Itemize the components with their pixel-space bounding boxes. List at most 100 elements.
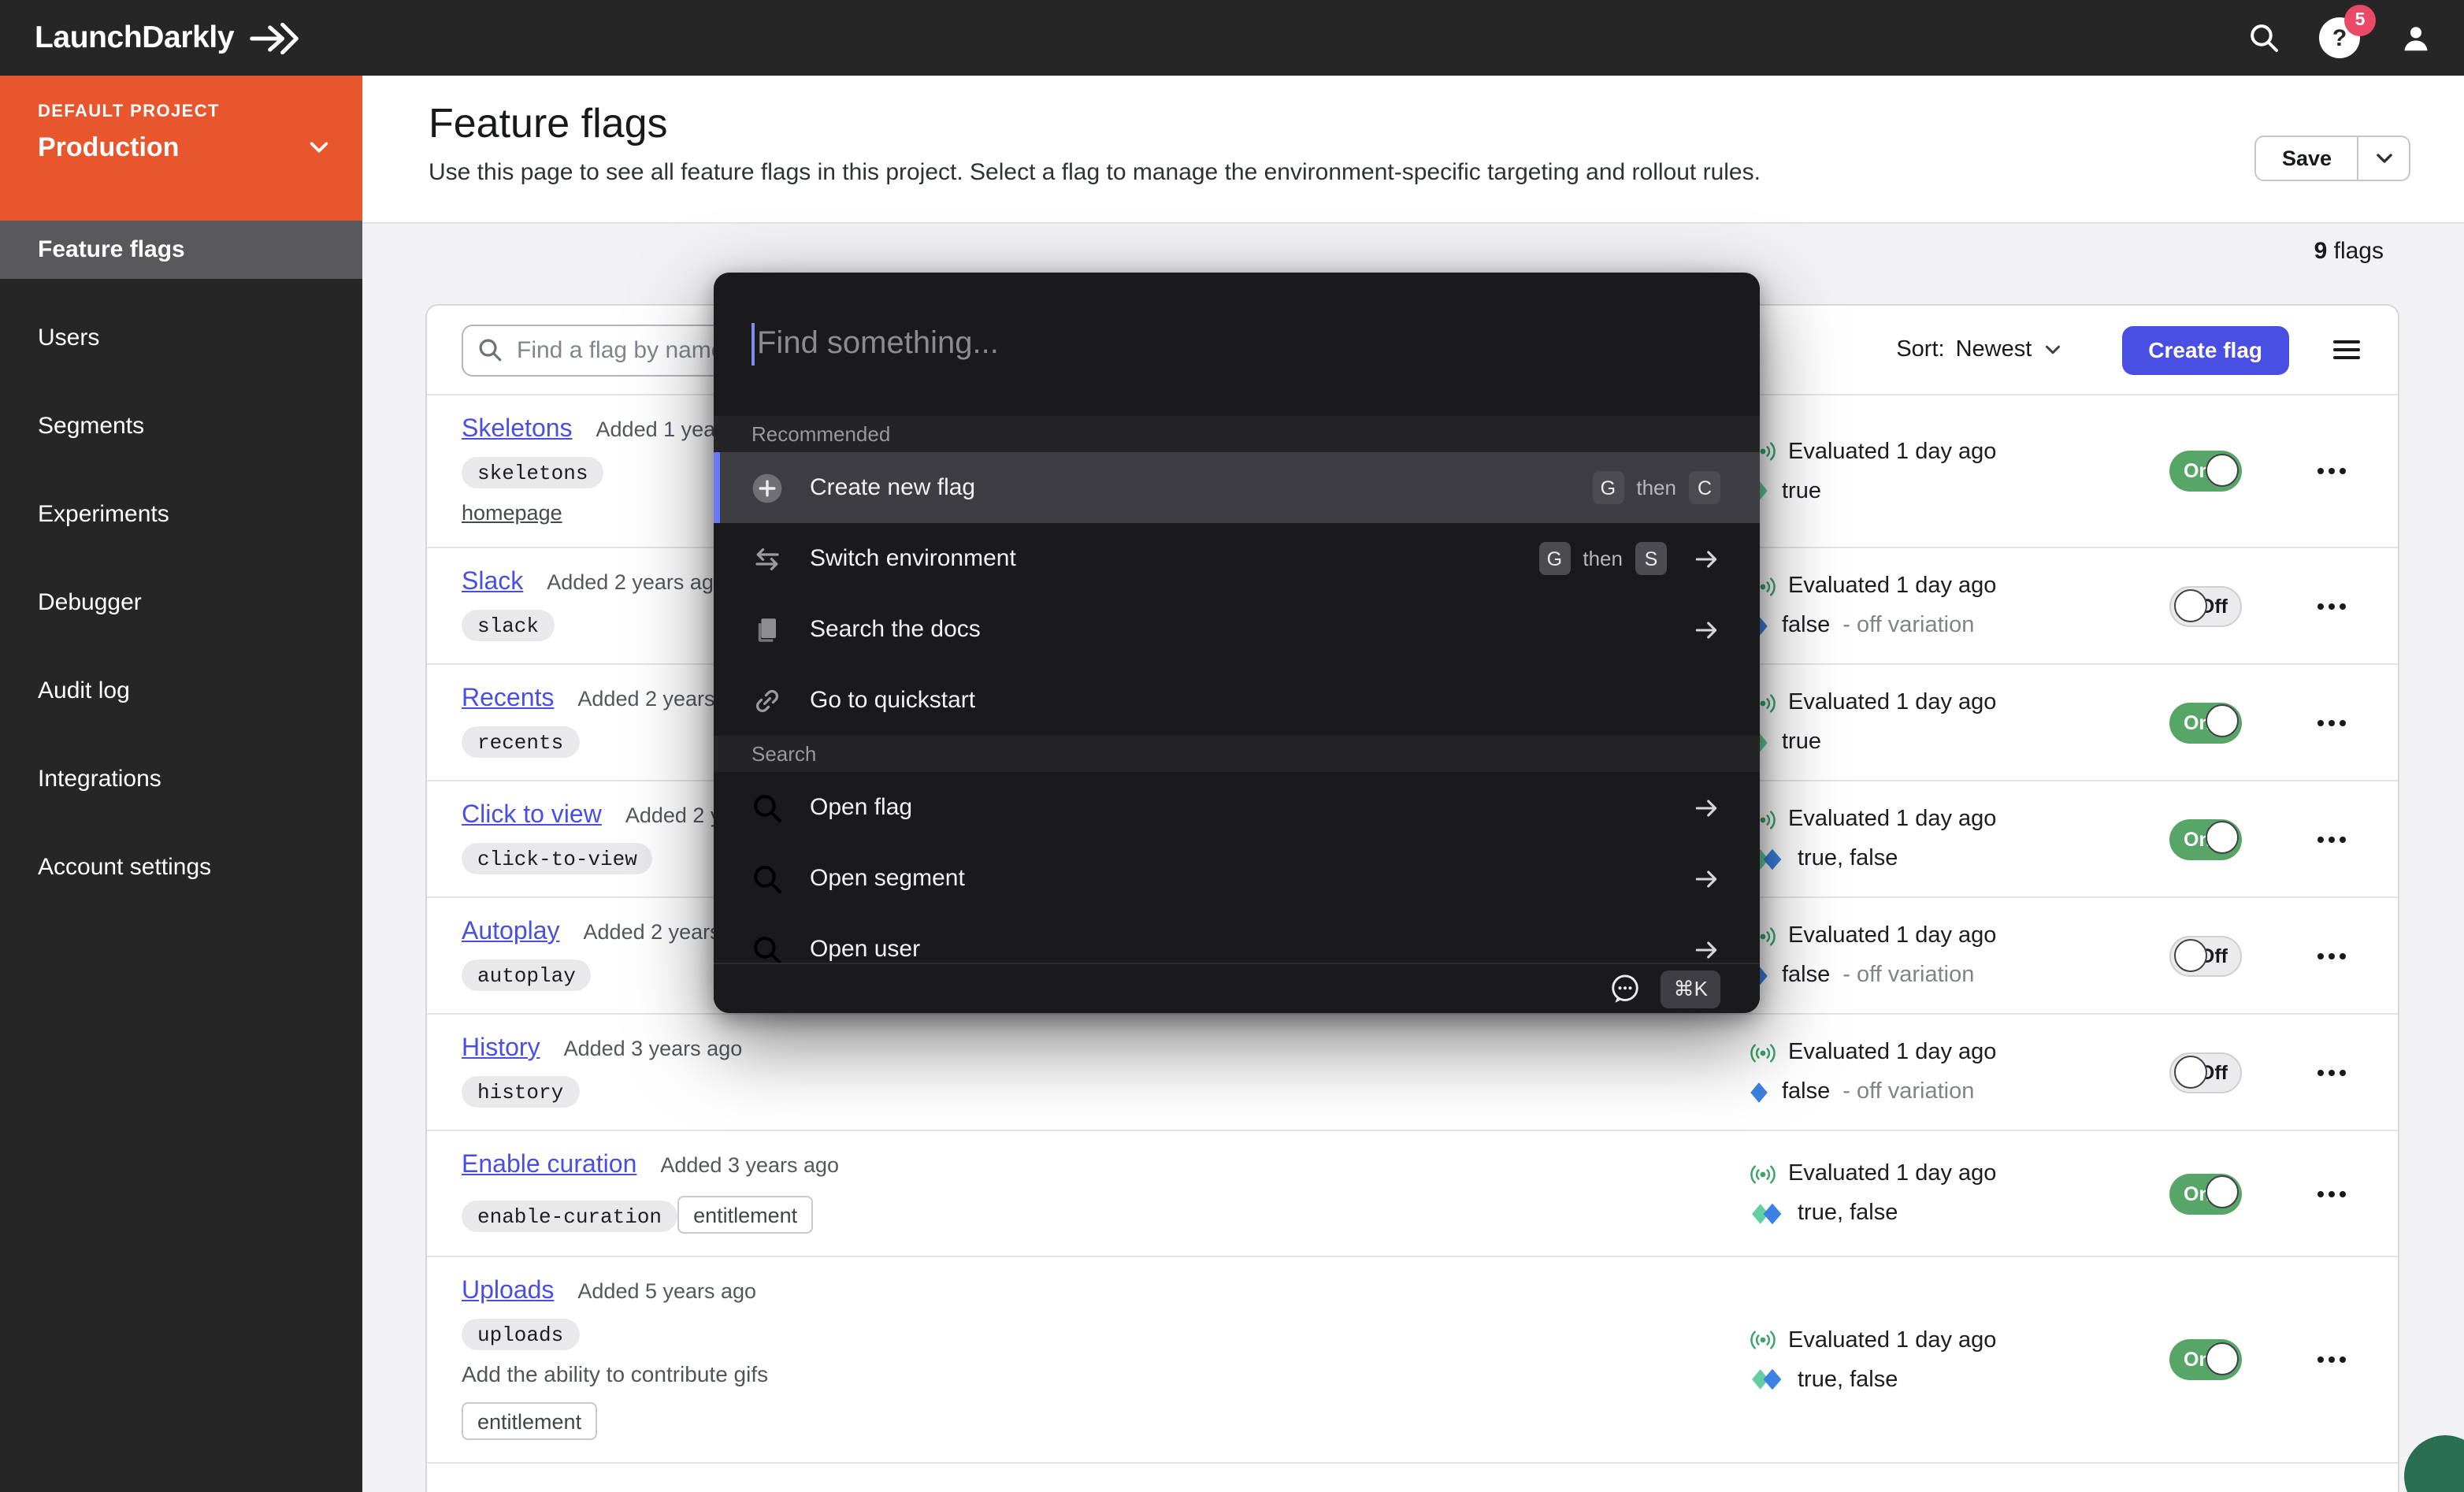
- flag-toggle[interactable]: On: [2169, 1339, 2242, 1380]
- palette-item-switch-environment[interactable]: Switch environmentGthenS: [714, 523, 1760, 594]
- evaluated-text: Evaluated 1 day ago: [1788, 1040, 1996, 1065]
- flag-status: Evaluated 1 day agofalse- off variationO…: [1749, 923, 2363, 988]
- variation-note: - off variation: [1842, 963, 1974, 988]
- flag-title-line: HistoryAdded 3 years ago: [462, 1035, 1749, 1063]
- variations-value: true, false: [1798, 1367, 1898, 1392]
- sidebar-item-experiments[interactable]: Experiments: [0, 469, 362, 558]
- flag-toggle[interactable]: On: [2169, 818, 2242, 859]
- overflow-menu-icon[interactable]: [2300, 826, 2363, 852]
- palette-item-open-flag[interactable]: Open flag: [714, 772, 1760, 843]
- flag-link-history[interactable]: History: [462, 1035, 540, 1062]
- flag-count: 9 flags: [2314, 238, 2384, 265]
- overflow-menu-icon[interactable]: [2300, 710, 2363, 735]
- save-button[interactable]: Save: [2257, 137, 2357, 180]
- palette-item-meta: GthenC: [1592, 471, 1720, 504]
- variation-diamond-icon: [1749, 1368, 1785, 1391]
- palette-item-label: Search the docs: [810, 616, 981, 643]
- create-flag-button[interactable]: Create flag: [2121, 325, 2289, 374]
- toggle-knob: [2206, 1175, 2239, 1208]
- flag-status: Evaluated 1 day ago false- off variation O…: [1749, 573, 2363, 638]
- flag-related-link-homepage[interactable]: homepage: [462, 501, 562, 525]
- toggle-knob: [2206, 704, 2239, 737]
- variations-line: true, false: [1749, 1201, 2111, 1226]
- flag-link-uploads[interactable]: Uploads: [462, 1278, 554, 1305]
- flag-evaluation: Evaluated 1 day ago true, false: [1749, 1327, 2111, 1392]
- flag-link-skeletons[interactable]: Skeletons: [462, 416, 573, 443]
- evaluated-line: Evaluated 1 day ago: [1749, 439, 2111, 464]
- page-description: Use this page to see all feature flags i…: [429, 159, 2464, 186]
- evaluated-text: Evaluated 1 day ago: [1788, 1327, 1996, 1353]
- sidebar-item-segments[interactable]: Segments: [0, 381, 362, 469]
- flag-count-value: 9: [2314, 238, 2328, 265]
- account-avatar-icon[interactable]: [2399, 21, 2432, 54]
- sort-value: Newest: [1956, 337, 2032, 362]
- flag-key-pill: click-to-view: [462, 843, 653, 874]
- palette-item-label: Open user: [810, 936, 920, 963]
- flag-toggle[interactable]: Off: [2169, 585, 2242, 626]
- variations-line: false- off variation: [1749, 613, 2111, 638]
- flag-link-recents[interactable]: Recents: [462, 685, 554, 712]
- launchdarkly-logo[interactable]: LaunchDarkly: [35, 20, 299, 56]
- search-icon[interactable]: [2248, 22, 2280, 54]
- overflow-menu-icon[interactable]: [2300, 1060, 2363, 1085]
- help-button[interactable]: ? 5: [2319, 17, 2360, 58]
- palette-item-meta: [1667, 793, 1720, 822]
- flag-key-pill: autoplay: [462, 959, 592, 991]
- list-options-icon[interactable]: [2330, 332, 2363, 367]
- sidebar-item-integrations[interactable]: Integrations: [0, 734, 362, 822]
- evaluated-text: Evaluated 1 day ago: [1788, 573, 1996, 599]
- overflow-menu-icon[interactable]: [2300, 458, 2363, 484]
- flag-key-pill: recents: [462, 726, 579, 758]
- sidebar-item-users[interactable]: Users: [0, 293, 362, 381]
- palette-item-meta: [1667, 935, 1720, 963]
- flag-status: Evaluated 1 day agofalse- off variationO…: [1749, 1040, 2363, 1104]
- selection-bar: [714, 452, 719, 523]
- sidebar-item-debugger[interactable]: Debugger: [0, 558, 362, 646]
- palette-item-create-new-flag[interactable]: Create new flagGthenC: [714, 452, 1760, 523]
- search-icon: [751, 863, 783, 894]
- sort-dropdown[interactable]: Sort: Newest: [1896, 337, 2061, 362]
- flag-link-click-to-view[interactable]: Click to view: [462, 802, 602, 829]
- evaluated-line: Evaluated 1 day ago: [1749, 1327, 2111, 1353]
- palette-item-go-to-quickstart[interactable]: Go to quickstart: [714, 665, 1760, 736]
- flag-link-enable-curation[interactable]: Enable curation: [462, 1152, 636, 1178]
- sidebar: DEFAULT PROJECT Production Feature flags…: [0, 76, 362, 1492]
- app-viewport: LaunchDarkly ? 5 DEFAULT PROJECT Product…: [0, 0, 2464, 1492]
- variation-diamond-icon: [1749, 1201, 1785, 1225]
- feedback-bubble-icon[interactable]: [1609, 972, 1642, 1005]
- overflow-menu-icon[interactable]: [2300, 943, 2363, 968]
- flag-row: UploadsAdded 5 years agouploadsAdd the a…: [427, 1257, 2398, 1464]
- sidebar-item-account-settings[interactable]: Account settings: [0, 822, 362, 911]
- flag-toggle[interactable]: Off: [2169, 1052, 2242, 1093]
- flag-toggle[interactable]: On: [2169, 1173, 2242, 1214]
- evaluated-text: Evaluated 1 day ago: [1788, 439, 1996, 464]
- flag-link-slack[interactable]: Slack: [462, 569, 523, 596]
- overflow-menu-icon[interactable]: [2300, 1347, 2363, 1372]
- flag-toggle[interactable]: On: [2169, 702, 2242, 743]
- evaluated-icon: [1749, 1041, 1777, 1064]
- flag-toggle[interactable]: On: [2169, 451, 2242, 492]
- evaluated-text: Evaluated 1 day ago: [1788, 807, 1996, 832]
- sidebar-item-feature-flags[interactable]: Feature flags: [0, 221, 362, 279]
- toggle-knob: [2206, 1342, 2239, 1375]
- palette-item-open-segment[interactable]: Open segment: [714, 843, 1760, 914]
- toggle-cell: On: [2111, 818, 2300, 859]
- palette-item-search-the-docs[interactable]: Search the docs: [714, 594, 1760, 665]
- flag-link-autoplay[interactable]: Autoplay: [462, 919, 560, 945]
- flag-added-date: Added 2 years ago: [547, 570, 725, 594]
- flag-toggle[interactable]: Off: [2169, 935, 2242, 976]
- project-switcher[interactable]: DEFAULT PROJECT Production: [0, 76, 362, 221]
- keycap-g: G: [1538, 542, 1570, 575]
- toggle-knob: [2206, 821, 2239, 854]
- save-dropdown-button[interactable]: [2357, 137, 2409, 180]
- overflow-menu-icon[interactable]: [2300, 593, 2363, 618]
- toggle-cell: On: [2111, 1339, 2300, 1380]
- sidebar-item-audit-log[interactable]: Audit log: [0, 646, 362, 734]
- flag-title-line: Enable curationAdded 3 years ago: [462, 1152, 1749, 1180]
- evaluated-line: Evaluated 1 day ago: [1749, 1161, 2111, 1186]
- switch-icon: [751, 543, 783, 574]
- overflow-menu-icon[interactable]: [2300, 1181, 2363, 1206]
- chevron-down-icon: [307, 135, 331, 159]
- command-palette-input[interactable]: Find something...: [714, 273, 1760, 416]
- flag-status: Evaluated 1 day ago true, false On: [1749, 1161, 2363, 1226]
